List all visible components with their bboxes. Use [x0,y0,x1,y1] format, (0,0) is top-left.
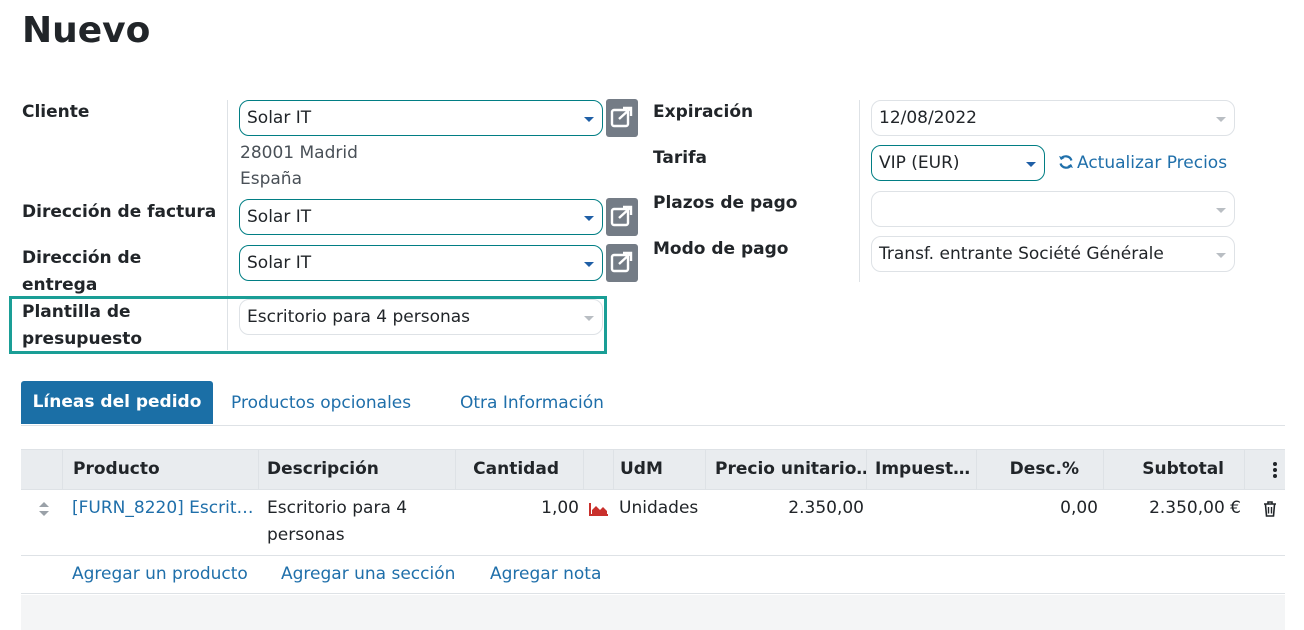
row-product[interactable]: [FURN_8220] Escrit… [72,495,254,522]
payment-terms-select[interactable] [871,191,1235,227]
customer-external-link-button[interactable] [606,99,638,137]
update-prices-label: Actualizar Precios [1077,153,1228,173]
row-subtotal: 2.350,00 € [1149,498,1241,518]
order-lines-table-header: Producto Descripción Cantidad UdM Precio… [21,449,1285,490]
tab-optional-products[interactable]: Productos opcionales [231,381,411,424]
chevron-down-icon [584,262,594,267]
refresh-icon [1059,155,1073,169]
handle-column-header [21,450,63,489]
add-product-link[interactable]: Agregar un producto [72,561,248,588]
external-link-icon [610,251,633,273]
pricelist-label: Tarifa [653,148,707,168]
row-quantity[interactable]: 1,00 [456,495,579,522]
customer-select[interactable]: Solar IT [239,100,603,136]
column-header-taxes[interactable]: Impuest… [867,450,977,489]
payment-mode-label: Modo de pago [653,239,789,259]
expiration-date-field[interactable]: 12/08/2022 [871,100,1235,136]
row-description-line1[interactable]: Escritorio para 4 [267,495,407,522]
pricelist-value: VIP (EUR) [879,153,960,173]
forecast-chart-icon[interactable] [589,502,609,516]
pricelist-select[interactable]: VIP (EUR) [871,145,1045,181]
column-header-description[interactable]: Descripción [259,450,456,489]
tab-order-lines[interactable]: Líneas del pedido [21,381,213,424]
add-line-actions: Agregar un producto Agregar una sección … [21,556,1285,594]
chevron-down-icon [1216,208,1226,213]
column-header-product[interactable]: Producto [63,450,259,489]
column-header-subtotal[interactable]: Subtotal [1104,450,1245,489]
row-uom[interactable]: Unidades [619,495,698,522]
column-header-unit-price[interactable]: Precio unitario… [706,450,867,489]
column-header-discount[interactable]: Desc.% [977,450,1104,489]
add-section-link[interactable]: Agregar una sección [281,561,455,588]
expiration-label: Expiración [653,102,754,122]
drag-handle-icon[interactable] [38,500,50,518]
page-title: Nuevo [22,10,151,51]
expiration-date-value: 12/08/2022 [879,108,977,128]
chevron-down-icon [1026,162,1036,167]
delivery-address-label-line1: Dirección de [22,248,142,268]
invoice-address-label: Dirección de factura [22,202,217,222]
quote-template-highlight [9,296,607,354]
chevron-down-icon [584,216,594,221]
chevron-down-icon [1216,253,1226,258]
tab-other-info[interactable]: Otra Información [460,381,604,424]
delivery-address-label-line2: entrega [22,275,98,295]
invoice-address-select[interactable]: Solar IT [239,199,603,235]
delivery-address-value: Solar IT [247,253,312,273]
delivery-address-select[interactable]: Solar IT [239,245,603,281]
chevron-down-icon [1216,117,1226,122]
payment-mode-select[interactable]: Transf. entrante Société Générale [871,236,1235,272]
row-description-line2: personas [267,525,345,545]
row-discount[interactable]: 0,00 [977,495,1098,522]
kebab-menu-icon [1273,462,1277,478]
external-link-icon [610,106,633,128]
payment-mode-value: Transf. entrante Société Générale [879,244,1164,264]
update-prices-link[interactable]: Actualizar Precios [1058,150,1227,176]
tabs-divider [21,425,1285,426]
invoice-address-external-link-button[interactable] [606,198,638,236]
chevron-down-icon [584,117,594,122]
customer-address-line1: 28001 Madrid [240,143,358,163]
trash-icon[interactable] [1263,501,1277,517]
customer-select-value: Solar IT [247,108,312,128]
add-note-link[interactable]: Agregar nota [490,561,601,588]
customer-label: Cliente [22,102,90,122]
row-unit-price[interactable]: 2.350,00 [706,495,864,522]
delivery-address-external-link-button[interactable] [606,244,638,282]
external-link-icon [610,205,633,227]
table-row[interactable]: [FURN_8220] Escrit… Escritorio para 4 pe… [21,490,1285,556]
column-header-uom[interactable]: UdM [614,450,706,489]
payment-terms-label: Plazos de pago [653,193,798,213]
optional-columns-toggle[interactable] [1266,450,1285,489]
customer-address-line2: España [240,169,302,189]
column-header-quantity[interactable]: Cantidad [456,450,584,489]
forecast-column-header [584,450,614,489]
invoice-address-value: Solar IT [247,207,312,227]
right-column-divider [859,100,860,282]
table-footer [21,595,1285,630]
